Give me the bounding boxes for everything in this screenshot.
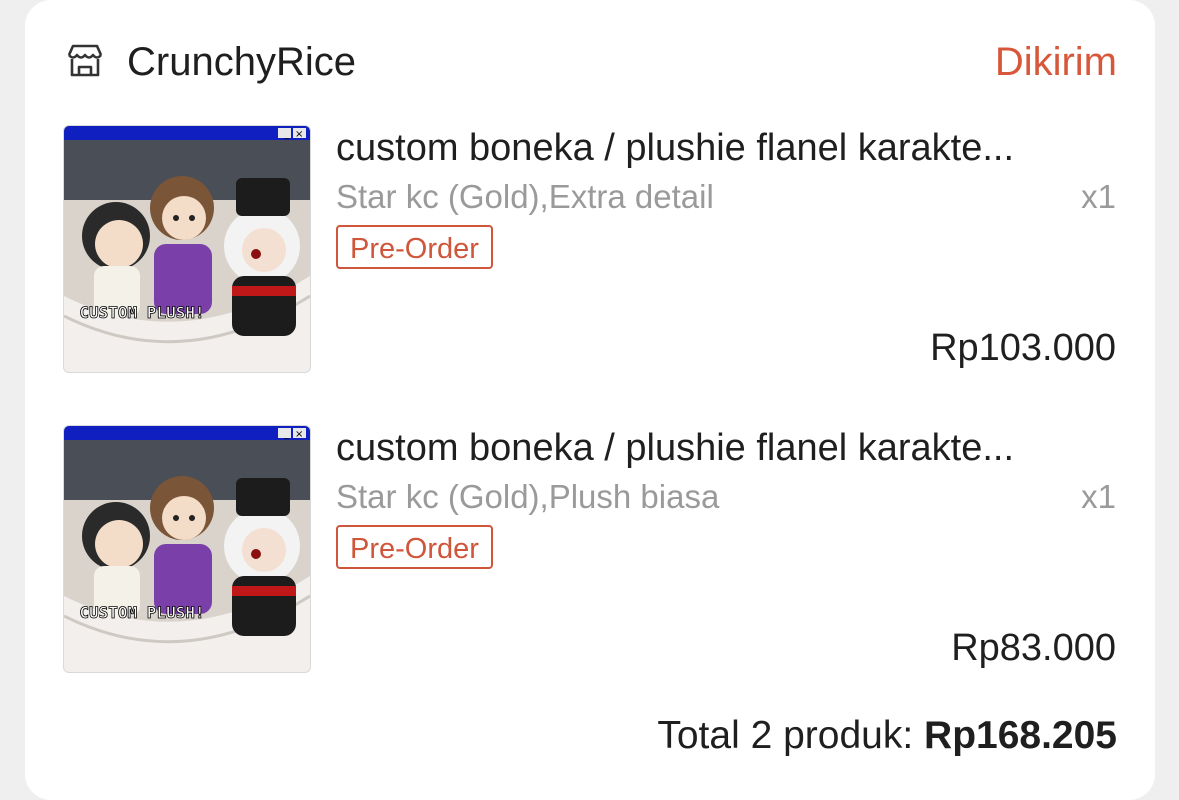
shop-header[interactable]: CrunchyRice Dikirim — [65, 38, 1117, 86]
product-price: Rp83.000 — [951, 627, 1116, 669]
order-item[interactable]: _ × CUSTOM PLUSH! custom boneka / plushi… — [63, 125, 1116, 375]
total-label: Total 2 produk: — [657, 714, 914, 757]
order-total: Total 2 produk: Rp168.205 — [657, 712, 1117, 760]
order-card[interactable]: CrunchyRice Dikirim _ × CUSTOM PLUSH! cu… — [25, 0, 1155, 800]
product-title[interactable]: custom boneka / plushie flanel karakte..… — [336, 125, 1116, 171]
product-price: Rp103.000 — [930, 327, 1116, 369]
store-icon — [67, 44, 103, 77]
product-variant: Star kc (Gold),Extra detail — [336, 178, 714, 215]
product-variant: Star kc (Gold),Plush biasa — [336, 478, 720, 515]
order-status: Dikirim — [994, 40, 1117, 84]
plush-photo: _ × CUSTOM PLUSH! — [64, 126, 310, 372]
svg-text:×: × — [295, 129, 303, 140]
product-image[interactable]: _ × CUSTOM PLUSH! — [63, 125, 311, 373]
plush-photo: _ × CUSTOM PLUSH! — [64, 426, 310, 672]
product-quantity: x1 — [1081, 478, 1116, 515]
svg-text:_: _ — [283, 429, 290, 440]
preorder-badge: Pre-Order — [336, 225, 493, 269]
shop-name[interactable]: CrunchyRice — [127, 38, 356, 86]
product-image[interactable]: _ × CUSTOM PLUSH! — [63, 425, 311, 673]
product-quantity: x1 — [1081, 178, 1116, 215]
total-value: Rp168.205 — [924, 714, 1117, 757]
order-item[interactable]: _ × CUSTOM PLUSH! custom boneka / plushi… — [63, 425, 1116, 675]
svg-text:_: _ — [283, 129, 290, 140]
image-caption: CUSTOM PLUSH! — [79, 603, 204, 622]
product-title[interactable]: custom boneka / plushie flanel karakte..… — [336, 425, 1116, 471]
svg-text:×: × — [295, 429, 303, 440]
preorder-badge: Pre-Order — [336, 525, 493, 569]
image-caption: CUSTOM PLUSH! — [79, 303, 204, 322]
